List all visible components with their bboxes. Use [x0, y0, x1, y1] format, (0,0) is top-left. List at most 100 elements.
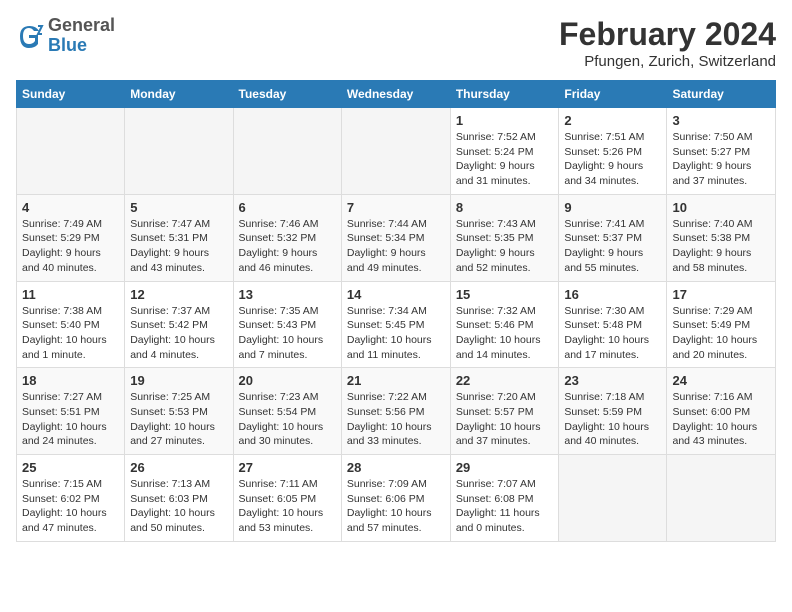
day-info: Sunrise: 7:30 AMSunset: 5:48 PMDaylight:…	[564, 304, 661, 363]
day-number: 13	[239, 287, 336, 302]
day-info: Sunrise: 7:38 AMSunset: 5:40 PMDaylight:…	[22, 304, 119, 363]
day-info: Sunrise: 7:25 AMSunset: 5:53 PMDaylight:…	[130, 390, 227, 449]
calendar-cell: 6Sunrise: 7:46 AMSunset: 5:32 PMDaylight…	[233, 194, 341, 281]
calendar-cell	[559, 455, 667, 542]
week-row-5: 25 Sunrise: 7:15 AMSunset: 6:02 PMDayligh…	[17, 455, 776, 542]
logo-line2: Blue	[48, 36, 115, 56]
header-cell-thursday: Thursday	[450, 81, 559, 108]
calendar-cell: 15Sunrise: 7:32 AMSunset: 5:46 PMDayligh…	[450, 281, 559, 368]
calendar-cell: 10 Sunrise: 7:40 AMSunset: 5:38 PMDayligh…	[667, 194, 776, 281]
day-info: Sunrise: 7:20 AMSunset: 5:57 PMDaylight:…	[456, 390, 554, 449]
header-cell-monday: Monday	[125, 81, 233, 108]
day-info: Sunrise: 7:47 AMSunset: 5:31 PMDaylight:…	[130, 217, 227, 276]
day-number: 14	[347, 287, 445, 302]
day-number: 5	[130, 200, 227, 215]
logo-line1: General	[48, 16, 115, 36]
week-row-1: 1 Sunrise: 7:52 AMSunset: 5:24 PMDaylight…	[17, 108, 776, 195]
day-info: Sunrise: 7:34 AMSunset: 5:45 PMDaylight:…	[347, 304, 445, 363]
header: General Blue February 2024 Pfungen, Zuri…	[16, 16, 776, 70]
calendar-cell: 12Sunrise: 7:37 AMSunset: 5:42 PMDayligh…	[125, 281, 233, 368]
day-number: 20	[239, 373, 336, 388]
calendar-cell: 25 Sunrise: 7:15 AMSunset: 6:02 PMDayligh…	[17, 455, 125, 542]
logo-text: General Blue	[48, 16, 115, 56]
day-info: Sunrise: 7:50 AMSunset: 5:27 PMDaylight:…	[672, 130, 770, 189]
logo-icon	[16, 22, 44, 50]
day-info: Sunrise: 7:27 AMSunset: 5:51 PMDaylight:…	[22, 390, 119, 449]
calendar-cell	[667, 455, 776, 542]
calendar-cell: 2 Sunrise: 7:51 AMSunset: 5:26 PMDaylight…	[559, 108, 667, 195]
day-number: 22	[456, 373, 554, 388]
calendar-body: 1 Sunrise: 7:52 AMSunset: 5:24 PMDaylight…	[17, 108, 776, 542]
day-number: 7	[347, 200, 445, 215]
logo: General Blue	[16, 16, 115, 56]
day-info: Sunrise: 7:40 AMSunset: 5:38 PMDaylight:…	[672, 217, 770, 276]
day-number: 4	[22, 200, 119, 215]
calendar-cell: 17 Sunrise: 7:29 AMSunset: 5:49 PMDayligh…	[667, 281, 776, 368]
day-number: 26	[130, 460, 227, 475]
day-number: 8	[456, 200, 554, 215]
day-number: 17	[672, 287, 770, 302]
calendar-cell: 18 Sunrise: 7:27 AMSunset: 5:51 PMDayligh…	[17, 368, 125, 455]
day-number: 2	[564, 113, 661, 128]
day-number: 6	[239, 200, 336, 215]
header-cell-wednesday: Wednesday	[341, 81, 450, 108]
day-number: 11	[22, 287, 119, 302]
calendar-cell: 21 Sunrise: 7:22 AMSunset: 5:56 PMDayligh…	[341, 368, 450, 455]
day-info: Sunrise: 7:52 AMSunset: 5:24 PMDaylight:…	[456, 130, 554, 189]
day-info: Sunrise: 7:23 AMSunset: 5:54 PMDaylight:…	[239, 390, 336, 449]
day-info: Sunrise: 7:29 AMSunset: 5:49 PMDaylight:…	[672, 304, 770, 363]
calendar-cell	[17, 108, 125, 195]
day-info: Sunrise: 7:13 AMSunset: 6:03 PMDaylight:…	[130, 477, 227, 536]
header-cell-sunday: Sunday	[17, 81, 125, 108]
day-info: Sunrise: 7:22 AMSunset: 5:56 PMDaylight:…	[347, 390, 445, 449]
day-info: Sunrise: 7:11 AMSunset: 6:05 PMDaylight:…	[239, 477, 336, 536]
day-number: 29	[456, 460, 554, 475]
calendar-cell: 28Sunrise: 7:09 AMSunset: 6:06 PMDayligh…	[341, 455, 450, 542]
header-cell-friday: Friday	[559, 81, 667, 108]
calendar-table: SundayMondayTuesdayWednesdayThursdayFrid…	[16, 80, 776, 542]
calendar-cell: 26 Sunrise: 7:13 AMSunset: 6:03 PMDayligh…	[125, 455, 233, 542]
day-number: 24	[672, 373, 770, 388]
calendar-cell: 8 Sunrise: 7:43 AMSunset: 5:35 PMDaylight…	[450, 194, 559, 281]
day-info: Sunrise: 7:07 AMSunset: 6:08 PMDaylight:…	[456, 477, 554, 536]
calendar-cell: 23 Sunrise: 7:18 AMSunset: 5:59 PMDayligh…	[559, 368, 667, 455]
day-info: Sunrise: 7:09 AMSunset: 6:06 PMDaylight:…	[347, 477, 445, 536]
day-number: 1	[456, 113, 554, 128]
week-row-4: 18 Sunrise: 7:27 AMSunset: 5:51 PMDayligh…	[17, 368, 776, 455]
calendar-cell: 13Sunrise: 7:35 AMSunset: 5:43 PMDayligh…	[233, 281, 341, 368]
day-info: Sunrise: 7:16 AMSunset: 6:00 PMDaylight:…	[672, 390, 770, 449]
calendar-cell: 9Sunrise: 7:41 AMSunset: 5:37 PMDaylight…	[559, 194, 667, 281]
day-info: Sunrise: 7:15 AMSunset: 6:02 PMDaylight:…	[22, 477, 119, 536]
day-info: Sunrise: 7:41 AMSunset: 5:37 PMDaylight:…	[564, 217, 661, 276]
day-number: 15	[456, 287, 554, 302]
day-number: 16	[564, 287, 661, 302]
day-number: 23	[564, 373, 661, 388]
week-row-2: 4 Sunrise: 7:49 AMSunset: 5:29 PMDaylight…	[17, 194, 776, 281]
calendar-cell	[341, 108, 450, 195]
day-info: Sunrise: 7:49 AMSunset: 5:29 PMDaylight:…	[22, 217, 119, 276]
day-number: 19	[130, 373, 227, 388]
day-info: Sunrise: 7:18 AMSunset: 5:59 PMDaylight:…	[564, 390, 661, 449]
calendar-cell: 16 Sunrise: 7:30 AMSunset: 5:48 PMDayligh…	[559, 281, 667, 368]
day-info: Sunrise: 7:51 AMSunset: 5:26 PMDaylight:…	[564, 130, 661, 189]
calendar-cell: 22 Sunrise: 7:20 AMSunset: 5:57 PMDayligh…	[450, 368, 559, 455]
subtitle: Pfungen, Zurich, Switzerland	[559, 53, 776, 70]
day-info: Sunrise: 7:37 AMSunset: 5:42 PMDaylight:…	[130, 304, 227, 363]
main-title: February 2024	[559, 16, 776, 53]
calendar-cell: 24 Sunrise: 7:16 AMSunset: 6:00 PMDayligh…	[667, 368, 776, 455]
day-number: 3	[672, 113, 770, 128]
calendar-cell: 1 Sunrise: 7:52 AMSunset: 5:24 PMDaylight…	[450, 108, 559, 195]
day-number: 27	[239, 460, 336, 475]
week-row-3: 11 Sunrise: 7:38 AMSunset: 5:40 PMDayligh…	[17, 281, 776, 368]
calendar-cell	[125, 108, 233, 195]
header-row: SundayMondayTuesdayWednesdayThursdayFrid…	[17, 81, 776, 108]
calendar-cell: 27 Sunrise: 7:11 AMSunset: 6:05 PMDayligh…	[233, 455, 341, 542]
day-number: 25	[22, 460, 119, 475]
day-number: 18	[22, 373, 119, 388]
day-number: 10	[672, 200, 770, 215]
day-info: Sunrise: 7:43 AMSunset: 5:35 PMDaylight:…	[456, 217, 554, 276]
day-number: 21	[347, 373, 445, 388]
day-info: Sunrise: 7:44 AMSunset: 5:34 PMDaylight:…	[347, 217, 445, 276]
header-cell-saturday: Saturday	[667, 81, 776, 108]
calendar-cell: 4 Sunrise: 7:49 AMSunset: 5:29 PMDaylight…	[17, 194, 125, 281]
